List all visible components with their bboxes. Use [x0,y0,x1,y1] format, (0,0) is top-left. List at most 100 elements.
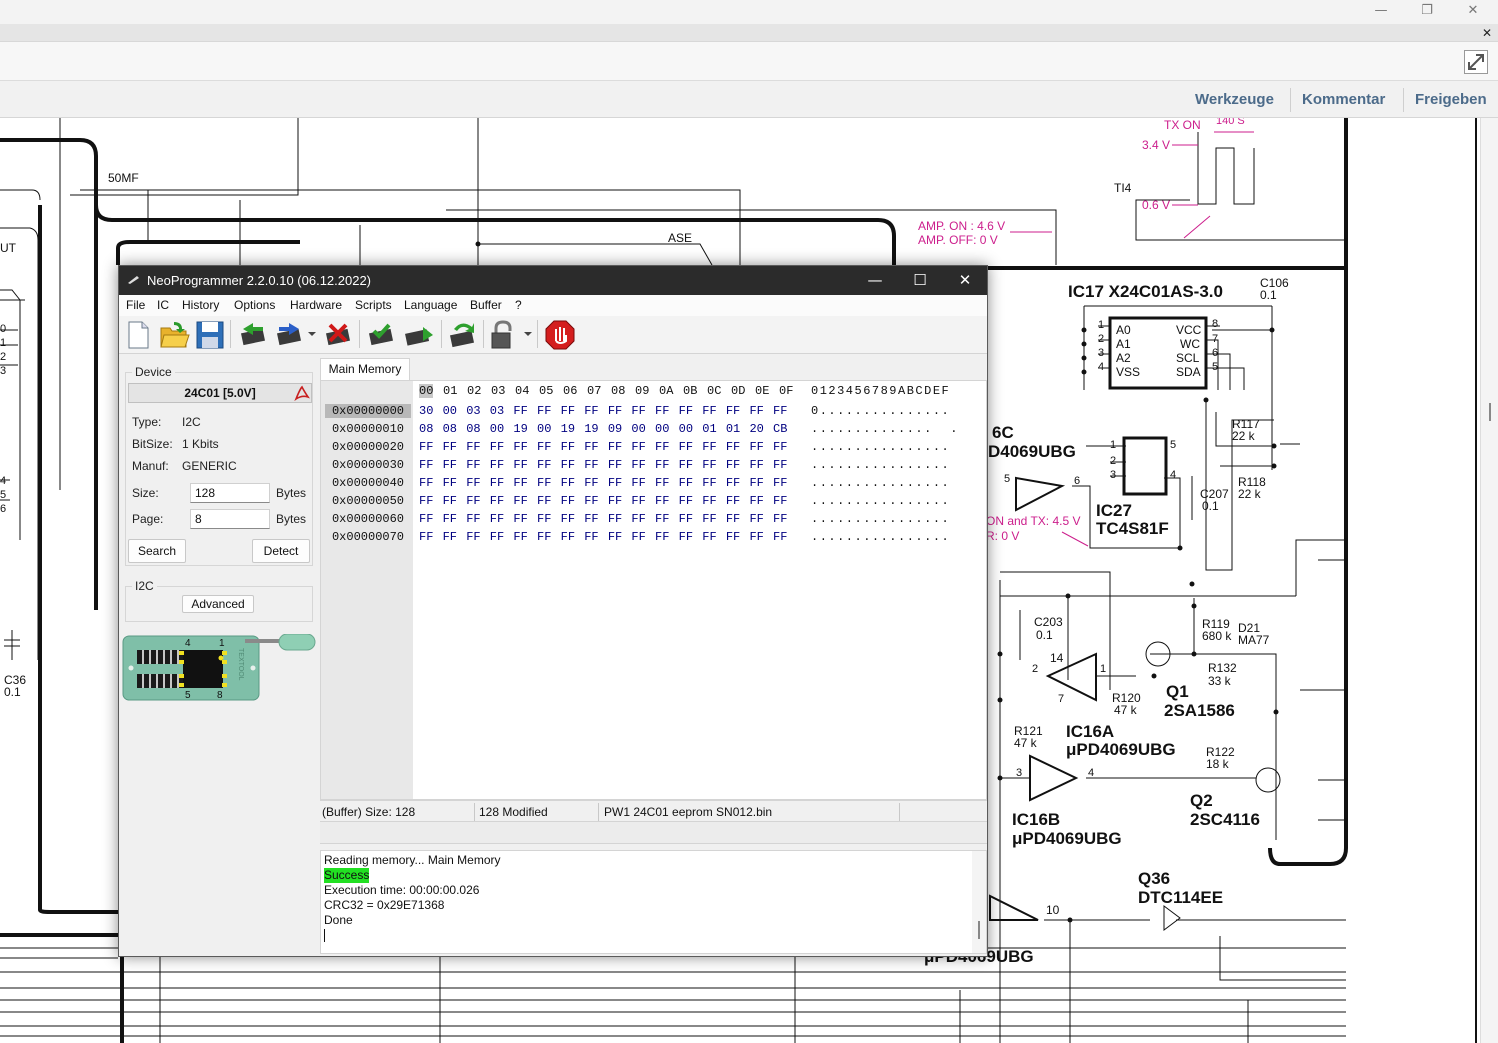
hex-row-address: 0x00000000 [325,404,411,418]
auto-icon[interactable] [446,319,478,351]
hex-row[interactable]: 0x00000070 FF FF FF FF FF FF FF FF FF FF … [321,528,961,546]
document-close-icon[interactable]: ✕ [1482,24,1492,42]
hex-row-bytes[interactable]: FF FF FF FF FF FF FF FF FF FF FF FF FF F… [419,476,787,490]
viewer-minimize-button[interactable]: — [1358,0,1404,22]
toolbar-divider [230,320,231,348]
viewer-close-button[interactable]: ✕ [1450,0,1496,22]
werkzeuge-link[interactable]: Werkzeuge [1195,91,1274,108]
hex-column-header: 0F [779,384,794,398]
label-amp-on: AMP. ON : 4.6 V [918,219,1005,233]
scrollbar-thumb[interactable] [1489,403,1491,421]
hex-editor[interactable]: 00 01 02 03 04 05 06 07 08 09 0A 0B 0C 0D 0E 0F 0123456… [320,380,987,800]
log-scrollbar[interactable] [972,851,986,953]
label-q1: Q1 [1166,682,1189,701]
hex-row-bytes[interactable]: FF FF FF FF FF FF FF FF FF FF FF FF FF F… [419,494,787,508]
hex-row-ascii[interactable]: ................ [811,530,950,544]
label-r117-value: 22 k [1232,429,1256,443]
open-folder-icon[interactable] [158,319,190,351]
stop-icon[interactable] [544,319,576,351]
lock-icon[interactable] [487,319,519,351]
buffer-status-bar: (Buffer) Size: 128 128 Modified PW1 24C0… [320,800,987,822]
hex-row[interactable]: 0x00000040 FF FF FF FF FF FF FF FF FF FF … [321,474,961,492]
menu-scripts[interactable]: Scripts [355,298,392,312]
chevron-down-icon[interactable] [524,330,532,338]
hex-row[interactable]: 0x00000020 FF FF FF FF FF FF FF FF FF FF … [321,438,961,456]
advanced-button[interactable]: Advanced [182,595,254,613]
hex-row[interactable]: 0x00000000 30 00 03 03 FF FF FF FF FF FF … [321,402,961,420]
hex-row-ascii[interactable]: .............. . [811,422,959,436]
svg-text:4: 4 [0,475,6,487]
viewer-vertical-scrollbar[interactable] [1480,118,1498,1043]
hex-row[interactable]: 0x00000050 FF FF FF FF FF FF FF FF FF FF … [321,492,961,510]
page-input[interactable]: 8 [190,509,270,529]
bitsize-label: BitSize: [132,437,173,451]
hex-row-ascii[interactable]: ................ [811,476,950,490]
pdf-datasheet-icon[interactable] [294,385,310,401]
hex-row[interactable]: 0x00000010 08 08 08 00 19 00 19 19 09 00 … [321,420,961,438]
erase-chip-icon[interactable] [322,319,354,351]
size-unit: Bytes [276,486,307,500]
panel-splitter[interactable] [320,822,987,844]
viewer-maximize-button[interactable]: ❐ [1404,0,1450,22]
hex-row-bytes[interactable]: FF FF FF FF FF FF FF FF FF FF FF FF FF F… [419,530,787,544]
hex-column-header: 0E [755,384,770,398]
new-file-icon[interactable] [122,319,154,351]
menu-buffer[interactable]: Buffer [470,298,502,312]
hex-row-ascii[interactable]: ................ [811,458,950,472]
label-q36-part: DTC114EE [1138,888,1223,907]
menu-help[interactable]: ? [515,298,522,312]
menu-language[interactable]: Language [404,298,457,312]
log-scrollbar-thumb[interactable] [978,921,980,939]
hex-row-ascii[interactable]: 0............... [811,404,950,418]
hex-row-bytes[interactable]: FF FF FF FF FF FF FF FF FF FF FF FF FF F… [419,458,787,472]
device-name[interactable]: 24C01 [5.0V] [128,383,312,403]
save-icon[interactable] [194,319,226,351]
svg-text:7: 7 [1058,693,1064,705]
search-button[interactable]: Search [128,539,186,563]
menu-ic[interactable]: IC [157,298,169,312]
socket-textool-label: TEXTOOL [237,648,244,681]
size-input[interactable]: 128 [190,483,270,503]
blank-check-icon[interactable] [403,319,435,351]
svg-text:6: 6 [1074,475,1080,487]
svg-text:2: 2 [0,351,6,363]
hex-row[interactable]: 0x00000060 FF FF FF FF FF FF FF FF FF FF … [321,510,961,528]
np-close-button[interactable]: ✕ [942,266,988,295]
hex-row-bytes[interactable]: 30 00 03 03 FF FF FF FF FF FF FF FF FF F… [419,404,787,418]
detect-button[interactable]: Detect [252,539,310,563]
page-label: Page: [132,512,164,526]
hex-row-bytes[interactable]: FF FF FF FF FF FF FF FF FF FF FF FF FF F… [419,512,787,526]
menu-hardware[interactable]: Hardware [290,298,342,312]
np-minimize-button[interactable]: — [852,266,898,295]
document-toolbar [0,42,1498,81]
freigeben-link[interactable]: Freigeben [1415,91,1487,108]
chevron-down-icon[interactable] [308,330,316,338]
label-r132: R132 [1208,661,1237,675]
bitsize-value: 1 Kbits [182,437,219,451]
menu-history[interactable]: History [182,298,219,312]
pin-vss: VSS [1116,365,1140,379]
hex-row-bytes[interactable]: 08 08 08 00 19 00 19 19 09 00 00 00 01 0… [419,422,787,436]
log-output[interactable]: Reading memory... Main Memory Success Ex… [320,850,987,954]
hex-column-header: 0A [659,384,674,398]
toolbar-divider [483,320,484,348]
menu-options[interactable]: Options [234,298,275,312]
label-ic27: IC27 [1096,501,1132,520]
hex-row-bytes[interactable]: FF FF FF FF FF FF FF FF FF FF FF FF FF F… [419,440,787,454]
chip-icon [128,276,139,284]
np-maximize-button[interactable]: ☐ [897,266,943,295]
write-chip-icon[interactable] [273,319,305,351]
hex-row-ascii[interactable]: ................ [811,512,950,526]
label-140s: 140 S [1216,118,1245,127]
hex-row-address: 0x00000070 [331,530,404,544]
tab-main-memory[interactable]: Main Memory [320,358,410,380]
hex-row-ascii[interactable]: ................ [811,440,950,454]
expand-icon[interactable] [1464,50,1488,74]
label-on-tx: ON and TX: 4.5 V [986,514,1081,528]
read-chip-icon[interactable] [237,319,269,351]
hex-row-ascii[interactable]: ................ [811,494,950,508]
verify-chip-icon[interactable] [365,319,397,351]
menu-file[interactable]: File [126,298,145,312]
kommentar-link[interactable]: Kommentar [1302,91,1385,108]
hex-row[interactable]: 0x00000030 FF FF FF FF FF FF FF FF FF FF … [321,456,961,474]
